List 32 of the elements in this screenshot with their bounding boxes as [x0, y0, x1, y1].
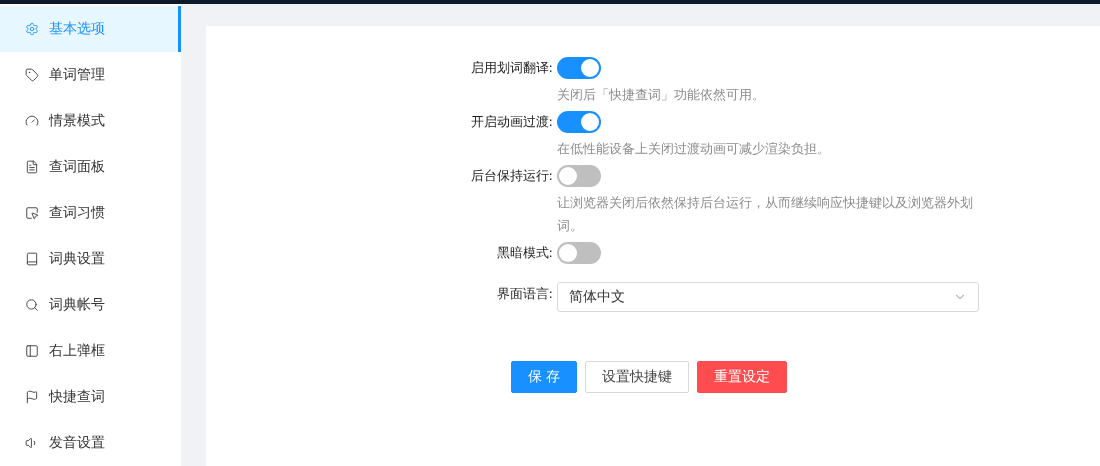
- search-icon: [25, 298, 39, 312]
- toggle-switch[interactable]: [557, 165, 601, 187]
- shortcut-button[interactable]: 设置快捷键: [585, 361, 690, 393]
- sidebar-item[interactable]: 右上弹框: [0, 328, 181, 374]
- sidebar-item[interactable]: 词典设置: [0, 236, 181, 282]
- document-icon: [25, 160, 39, 174]
- toggle-switch[interactable]: [557, 57, 601, 79]
- help-text: 让浏览器关闭后依然保持后台运行，从而继续响应快捷键以及浏览器外划词。: [557, 194, 974, 235]
- tag-icon: [25, 68, 39, 82]
- setting-label: 后台保持运行:: [469, 167, 553, 185]
- sidebar-item[interactable]: 发音设置: [0, 420, 181, 466]
- gear-icon: [25, 22, 39, 36]
- toggle-switch[interactable]: [557, 242, 601, 264]
- sidebar-item[interactable]: 查词面板: [0, 144, 181, 190]
- flag-icon: [25, 390, 39, 404]
- sidebar-item[interactable]: 单词管理: [0, 52, 181, 98]
- help-text: 关闭后「快捷查词」功能依然可用。: [557, 86, 765, 104]
- setting-label: 界面语言:: [495, 285, 553, 303]
- setting-label: 开启动画过渡:: [469, 113, 553, 131]
- sidebar-item[interactable]: 情景模式: [0, 98, 181, 144]
- sidebar-item[interactable]: 词典帐号: [0, 282, 181, 328]
- setting-label: 黑暗模式:: [495, 244, 553, 262]
- cursor-box-icon: [25, 206, 39, 220]
- panel-icon: [25, 344, 39, 358]
- gauge-icon: [25, 114, 39, 128]
- help-text: 在低性能设备上关闭过渡动画可减少渲染负担。: [557, 140, 830, 158]
- sidebar-item[interactable]: 快捷查词: [0, 374, 181, 420]
- book-icon: [25, 252, 39, 266]
- toggle-switch[interactable]: [557, 111, 601, 133]
- sidebar-item[interactable]: 查词习惯: [0, 190, 181, 236]
- setting-label: 启用划词翻译:: [469, 59, 553, 77]
- language-select[interactable]: 简体中文: [557, 282, 979, 312]
